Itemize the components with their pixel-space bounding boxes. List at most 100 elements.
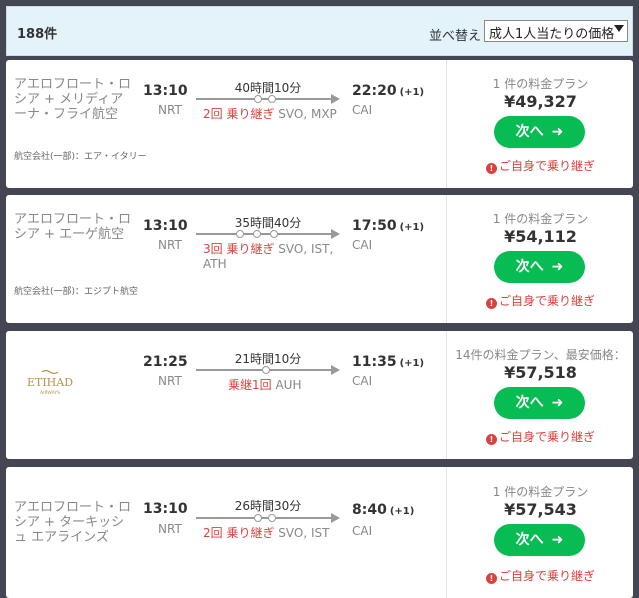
airline-name: アエロフロート・ロシア + エーゲ航空 (14, 212, 132, 242)
price: ¥54,112 (504, 227, 577, 246)
self-transfer-warning[interactable]: ! ご自身で乗り継ぎ (447, 157, 634, 174)
self-transfer-warning[interactable]: ! ご自身で乗り継ぎ (447, 428, 634, 445)
arrow-right-icon: ➜ (551, 124, 564, 140)
arrival-time-value: 17:50 (352, 218, 397, 234)
day-offset: (+1) (399, 87, 425, 98)
self-transfer-text: ご自身で乗り継ぎ (498, 159, 595, 173)
etihad-logo-icon: ETIHAD AIRWAYS (27, 369, 73, 396)
arrow-right-icon: ➜ (551, 259, 564, 275)
arrival-airport: CAI (352, 238, 373, 252)
stop-dot-icon (254, 514, 262, 522)
flight-duration: 35時間40分 (234, 216, 302, 230)
stop-dot-icon (236, 230, 244, 238)
next-button-label: 次へ (515, 532, 544, 548)
departure-time: 13:10 (143, 218, 188, 234)
departure-airport: NRT (158, 103, 182, 117)
airline-name: アエロフロート・ロシア + ターキッシュ エアラインズ (14, 500, 132, 545)
stop-dot-icon (268, 95, 276, 103)
price: ¥57,543 (504, 500, 577, 519)
departure-time: 13:10 (143, 501, 188, 517)
next-button-label: 次へ (515, 124, 544, 140)
arrival-time-value: 11:35 (352, 354, 397, 370)
arrival-time: 22:20 (+1) (352, 83, 424, 99)
flight-summary[interactable]: アエロフロート・ロシア + メリディアーナ・フライ航空 航空会社(一部)：エア・… (6, 60, 446, 188)
self-transfer-text: ご自身で乗り継ぎ (498, 294, 595, 308)
departure-airport: NRT (158, 522, 182, 536)
route-line (196, 233, 331, 235)
price-panel: 1 件の料金プラン ¥57,543 次へ ➜ ! ご自身で乗り継ぎ (446, 467, 633, 598)
etihad-logo-text: ETIHAD (27, 376, 73, 389)
next-button-label: 次へ (515, 259, 544, 275)
flight-duration: 26時間30分 (234, 499, 302, 513)
stop-dot-icon (270, 230, 278, 238)
stops-count: 乗継1回 (228, 378, 272, 392)
flight-card[interactable]: ETIHAD AIRWAYS 21:25 NRT 21時間10分 乗継1回 AU… (6, 331, 633, 459)
exclamation-icon: ! (485, 298, 497, 309)
price-panel: 1 件の料金プラン ¥49,327 次へ ➜ ! ご自身で乗り継ぎ (446, 60, 633, 188)
exclamation-icon: ! (485, 434, 497, 445)
arrival-airport: CAI (352, 524, 373, 538)
next-button[interactable]: 次へ ➜ (494, 251, 585, 283)
price-panel: 14件の料金プラン、最安価格： ¥57,518 次へ ➜ ! ご自身で乗り継ぎ (446, 331, 633, 459)
flight-card[interactable]: アエロフロート・ロシア + メリディアーナ・フライ航空 航空会社(一部)：エア・… (6, 60, 633, 188)
arrival-airport: CAI (352, 103, 373, 117)
flight-card[interactable]: アエロフロート・ロシア + エーゲ航空 航空会社(一部)：エジプト航空 13:1… (6, 195, 633, 323)
arrival-time: 8:40 (+1) (352, 502, 414, 518)
self-transfer-warning[interactable]: ! ご自身で乗り継ぎ (447, 292, 634, 309)
stops-airports: SVO, IST (278, 526, 330, 540)
fare-plan-count: 14件の料金プラン、最安価格： (455, 348, 626, 362)
sort-select-value: 成人1人当たりの価格 (489, 27, 615, 42)
fare-plan-count: 1 件の料金プラン (492, 77, 589, 91)
next-button-label: 次へ (515, 395, 544, 411)
route-line (196, 98, 331, 100)
stops-airports: AUH (275, 378, 302, 392)
departure-airport: NRT (158, 238, 182, 252)
arrow-right-icon (331, 365, 340, 375)
fare-plan-count: 1 件の料金プラン (492, 212, 589, 226)
flight-summary[interactable]: アエロフロート・ロシア + ターキッシュ エアラインズ 13:10 NRT 26… (6, 467, 446, 598)
arrival-time: 17:50 (+1) (352, 218, 424, 234)
arrow-right-icon (331, 229, 340, 239)
self-transfer-text: ご自身で乗り継ぎ (498, 430, 595, 444)
codeshare-note: 航空会社(一部)：エジプト航空 (14, 287, 139, 297)
stops-info: 乗継1回 AUH (228, 378, 370, 393)
stop-dot-icon (253, 230, 261, 238)
stop-dot-icon (254, 95, 262, 103)
flight-card[interactable]: アエロフロート・ロシア + ターキッシュ エアラインズ 13:10 NRT 26… (6, 467, 633, 598)
arrow-right-icon (331, 94, 340, 104)
stops-info: 2回 乗り継ぎ SVO, IST (203, 526, 345, 541)
result-count: 188件 (17, 27, 58, 42)
exclamation-icon: ! (485, 163, 497, 174)
route-line (196, 517, 331, 519)
stops-count: 2回 乗り継ぎ (203, 526, 275, 540)
arrival-time-value: 22:20 (352, 83, 397, 99)
departure-airport: NRT (158, 374, 182, 388)
day-offset: (+1) (399, 358, 425, 369)
self-transfer-warning[interactable]: ! ご自身で乗り継ぎ (447, 567, 634, 584)
codeshare-note: 航空会社(一部)：エア・イタリー (14, 152, 147, 162)
price: ¥57,518 (504, 363, 577, 382)
flight-summary[interactable]: ETIHAD AIRWAYS 21:25 NRT 21時間10分 乗継1回 AU… (6, 331, 446, 459)
price-panel: 1 件の料金プラン ¥54,112 次へ ➜ ! ご自身で乗り継ぎ (446, 195, 633, 323)
results-header: 188件 並べ替え 成人1人当たりの価格 (6, 6, 633, 56)
sort-label: 並べ替え (429, 29, 482, 44)
etihad-logo-subtext: AIRWAYS (40, 390, 60, 396)
next-button[interactable]: 次へ ➜ (494, 116, 585, 148)
flight-summary[interactable]: アエロフロート・ロシア + エーゲ航空 航空会社(一部)：エジプト航空 13:1… (6, 195, 446, 323)
chevron-down-icon (614, 25, 624, 32)
flight-duration: 21時間10分 (234, 352, 302, 366)
next-button[interactable]: 次へ ➜ (494, 387, 585, 419)
stops-info: 2回 乗り継ぎ SVO, MXP (203, 107, 345, 122)
sort-select[interactable]: 成人1人当たりの価格 (484, 20, 628, 42)
day-offset: (+1) (389, 506, 415, 517)
stop-dot-icon (262, 366, 270, 374)
next-button[interactable]: 次へ ➜ (494, 524, 585, 556)
departure-time: 13:10 (143, 83, 188, 99)
arrow-right-icon: ➜ (551, 532, 564, 548)
stops-count: 3回 乗り継ぎ (203, 242, 275, 256)
arrow-right-icon (331, 513, 340, 523)
price: ¥49,327 (504, 92, 577, 111)
flight-duration: 40時間10分 (234, 81, 302, 95)
arrival-time: 11:35 (+1) (352, 354, 424, 370)
departure-time: 21:25 (143, 354, 188, 370)
